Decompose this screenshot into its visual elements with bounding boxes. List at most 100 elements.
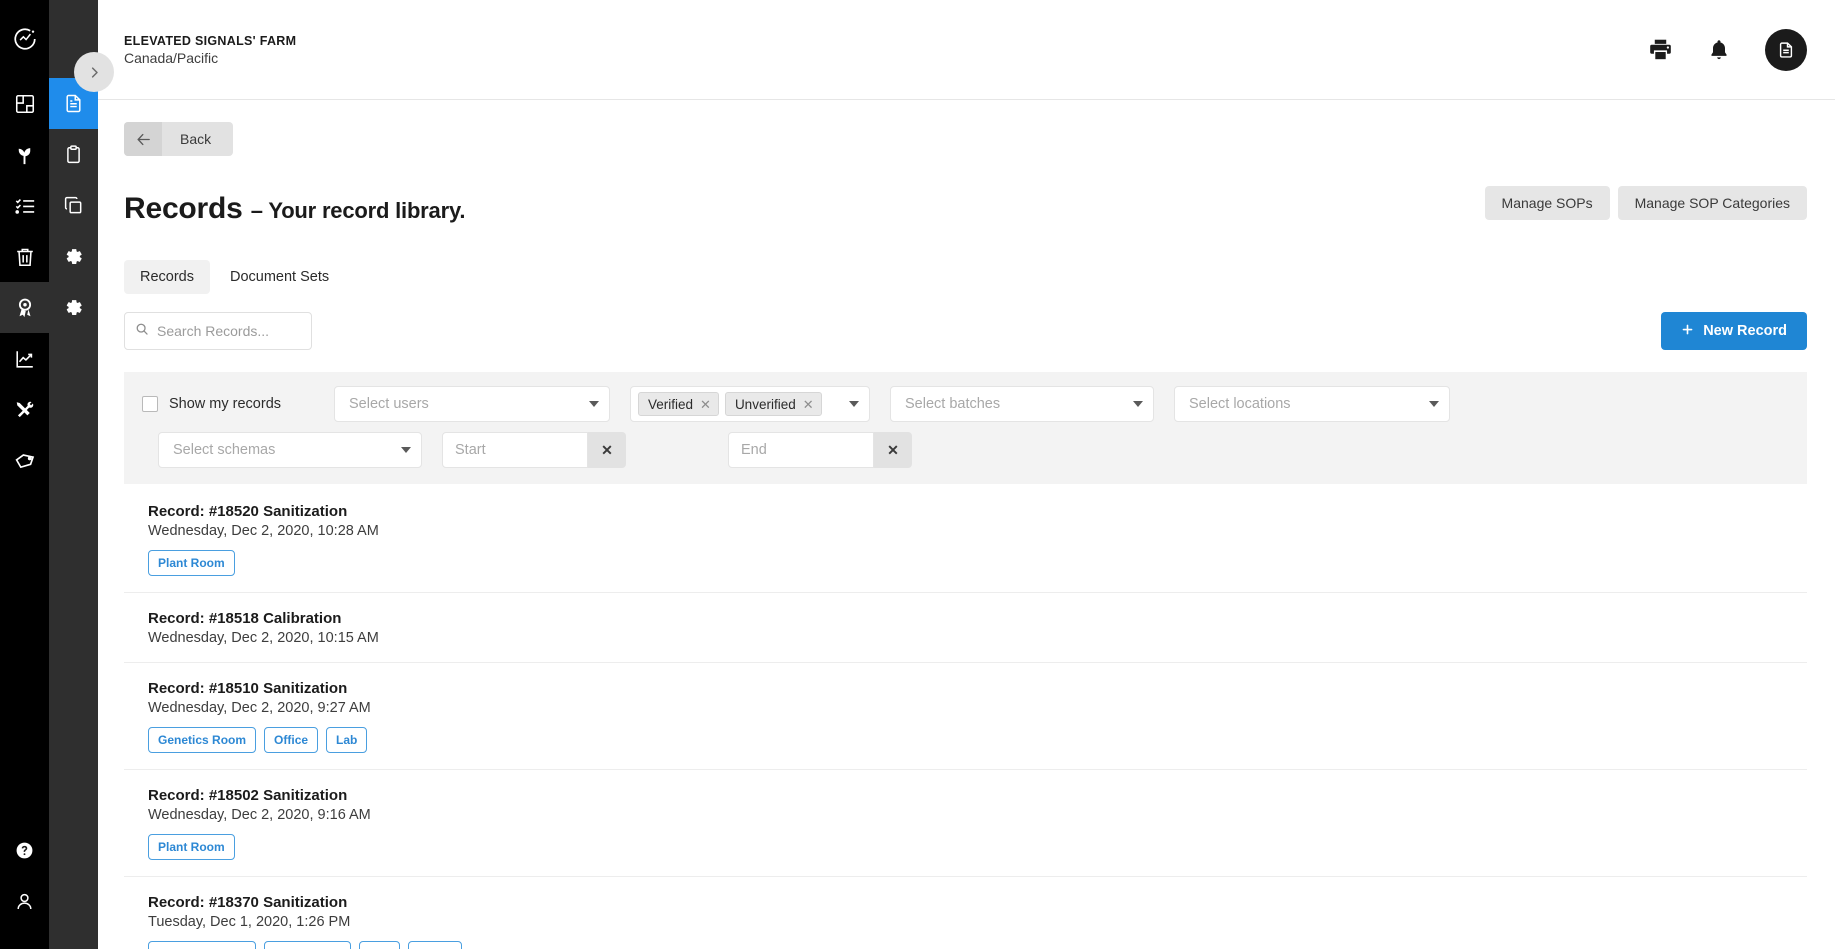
sidebar-item-cultivation[interactable] — [0, 129, 49, 180]
table-row[interactable]: Record: #18502 Sanitization Wednesday, D… — [124, 770, 1807, 877]
select-locations-placeholder: Select locations — [1189, 396, 1291, 412]
end-date-clear-button[interactable]: ✕ — [874, 432, 912, 468]
sidebar-item-settings[interactable] — [49, 231, 98, 282]
select-batches[interactable]: Select batches — [890, 386, 1154, 422]
record-title: Record: #18370 Sanitization — [148, 894, 348, 911]
record-tag[interactable]: Lab — [358, 941, 401, 949]
select-batches-placeholder: Select batches — [905, 396, 1001, 412]
sidebar-item-dashboard[interactable] — [0, 78, 49, 129]
back-button-label: Back — [180, 131, 212, 147]
record-tag[interactable]: Genetics Room — [148, 941, 257, 949]
table-row[interactable]: Record: #18510 Sanitization Wednesday, D… — [124, 663, 1807, 770]
record-tags: Genetics Room Office Lab — [148, 727, 1807, 753]
print-icon[interactable] — [1648, 37, 1673, 62]
end-date-input[interactable] — [741, 442, 861, 458]
select-locations[interactable]: Select locations — [1174, 386, 1450, 422]
search-input[interactable] — [157, 323, 338, 339]
new-record-label: New Record — [1703, 323, 1787, 339]
sidebar-collapse-toggle[interactable] — [74, 52, 114, 92]
record-title: Record: #18510 Sanitization — [148, 680, 348, 697]
show-my-records-checkbox[interactable] — [142, 396, 158, 412]
chevron-down-icon — [401, 447, 411, 453]
record-tag[interactable]: Plant Room — [148, 834, 235, 860]
tab-records[interactable]: Records — [124, 260, 210, 294]
record-tags: Plant Room — [148, 550, 1807, 576]
record-title: Record: #18520 Sanitization — [148, 503, 348, 520]
table-row[interactable]: Record: #18520 Sanitization Wednesday, D… — [124, 484, 1807, 593]
record-date: Wednesday, Dec 2, 2020, 9:27 AM — [148, 700, 371, 716]
sidebar-item-maintenance[interactable] — [0, 384, 49, 435]
sidebar-item-analytics[interactable] — [0, 333, 49, 384]
manage-sops-button[interactable]: Manage SOPs — [1484, 186, 1610, 220]
start-date-clear-button[interactable]: ✕ — [588, 432, 626, 468]
select-schemas[interactable]: Select schemas — [158, 432, 422, 468]
record-tag[interactable]: Office — [264, 727, 319, 753]
chevron-down-icon — [1429, 401, 1439, 407]
filter-panel: Show my records Select users Verified ✕ — [124, 372, 1807, 484]
table-row[interactable]: Record: #18370 Sanitization Tuesday, Dec… — [124, 877, 1807, 949]
search-box[interactable] — [124, 312, 338, 350]
tab-document-sets[interactable]: Document Sets — [214, 260, 345, 294]
close-icon[interactable]: ✕ — [803, 398, 814, 411]
sidebar-item-sops[interactable] — [49, 129, 98, 180]
logo-icon[interactable] — [0, 0, 49, 78]
organization-block: ELEVATED SIGNALS' FARM Canada/Pacific — [124, 34, 296, 66]
start-date-group: ✕ — [442, 432, 626, 468]
show-my-records-toggle[interactable]: Show my records — [142, 396, 314, 412]
plus-icon — [1681, 323, 1694, 340]
back-button[interactable]: Back — [124, 122, 234, 156]
select-users[interactable]: Select users — [334, 386, 610, 422]
bell-icon[interactable] — [1707, 38, 1731, 62]
record-tag[interactable]: Plant Room — [148, 550, 235, 576]
status-chip-unverified-label: Unverified — [734, 396, 796, 412]
record-date: Tuesday, Dec 1, 2020, 1:26 PM — [148, 914, 351, 930]
select-schemas-placeholder: Select schemas — [173, 442, 276, 458]
select-status[interactable]: Verified ✕ Unverified ✕ — [630, 386, 870, 422]
primary-sidebar — [0, 0, 49, 949]
record-tag[interactable]: Genetics Room — [148, 727, 257, 753]
record-tag[interactable]: Plant Room — [264, 941, 351, 949]
organization-timezone: Canada/Pacific — [124, 49, 219, 66]
start-date-input[interactable] — [455, 442, 575, 458]
status-chip-unverified[interactable]: Unverified ✕ — [724, 392, 822, 416]
end-date-input-wrap[interactable] — [728, 432, 874, 468]
record-date: Wednesday, Dec 2, 2020, 9:16 AM — [148, 807, 371, 823]
main-area: ELEVATED SIGNALS' FARM Canada/Pacific Ba… — [98, 0, 1835, 949]
start-date-input-wrap[interactable] — [442, 432, 588, 468]
manage-sop-categories-button[interactable]: Manage SOP Categories — [1617, 186, 1807, 220]
chevron-down-icon — [589, 401, 599, 407]
record-date: Wednesday, Dec 2, 2020, 10:28 AM — [148, 523, 379, 539]
close-icon[interactable]: ✕ — [700, 398, 711, 411]
secondary-sidebar — [49, 0, 98, 949]
sidebar-item-document-sets[interactable] — [49, 180, 98, 231]
sidebar-item-account[interactable] — [0, 876, 49, 927]
records-list: Record: #18520 Sanitization Wednesday, D… — [124, 484, 1807, 949]
search-row: New Record — [124, 312, 1807, 350]
status-chips: Verified ✕ Unverified ✕ — [638, 392, 841, 416]
filter-row-1: Show my records Select users Verified ✕ — [142, 386, 1789, 422]
record-title: Record: #18518 Calibration — [148, 610, 342, 627]
record-tags: Genetics Room Plant Room Lab Office — [148, 941, 1807, 949]
end-date-group: ✕ — [728, 432, 912, 468]
search-icon — [135, 322, 149, 341]
sidebar-item-tasks[interactable] — [0, 180, 49, 231]
topbar-actions — [1648, 28, 1807, 71]
back-row: Back — [124, 100, 1807, 156]
page-title-subtitle: – Your record library. — [250, 198, 466, 223]
sidebar-item-configuration[interactable] — [49, 282, 98, 333]
select-users-placeholder: Select users — [349, 396, 429, 412]
table-row[interactable]: Record: #18518 Calibration Wednesday, De… — [124, 593, 1807, 663]
chevron-down-icon — [849, 401, 859, 407]
status-chip-verified[interactable]: Verified ✕ — [638, 392, 719, 416]
sidebar-item-quality[interactable] — [0, 282, 49, 333]
record-tag[interactable]: Office — [408, 941, 463, 949]
sidebar-item-help[interactable] — [0, 825, 49, 876]
sidebar-item-waste[interactable] — [0, 231, 49, 282]
page-content: Back Records – Your record library. Mana… — [98, 100, 1835, 949]
sidebar-item-tags[interactable] — [0, 435, 49, 486]
tab-bar: Records Document Sets — [124, 260, 1807, 294]
avatar[interactable] — [1765, 28, 1807, 71]
record-tag[interactable]: Lab — [326, 727, 368, 753]
new-record-button[interactable]: New Record — [1661, 312, 1807, 350]
page-scroll-region: Back Records – Your record library. Mana… — [98, 100, 1835, 949]
